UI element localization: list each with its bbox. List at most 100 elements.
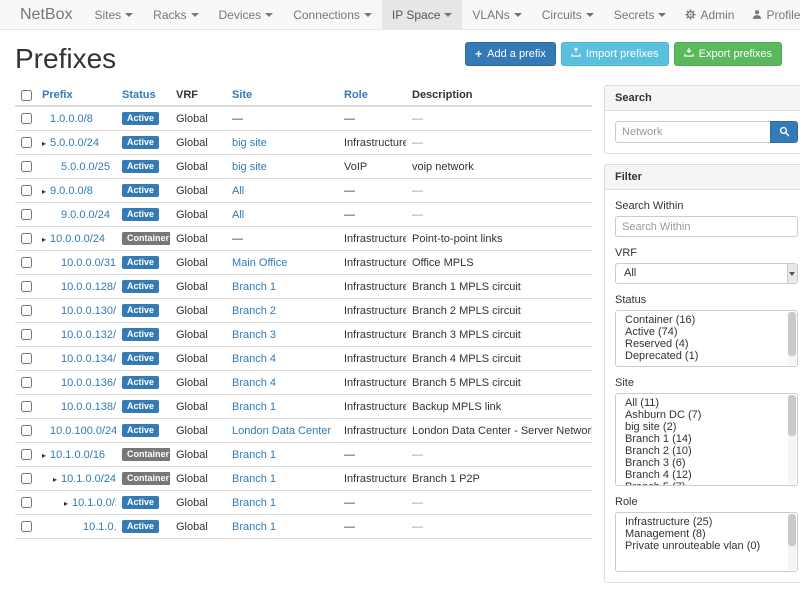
role-cell: Infrastructure: [338, 251, 406, 275]
prefix-link[interactable]: 10.1.0.0/26: [83, 521, 116, 533]
export-prefixes-button[interactable]: Export prefixes: [674, 42, 782, 66]
primary-nav: Sites Racks Devices Connections IP Space: [84, 0, 676, 29]
row-checkbox[interactable]: [21, 401, 32, 412]
nav-item[interactable]: Sites: [84, 0, 143, 29]
site-link[interactable]: Branch 4: [232, 353, 276, 365]
scrollbar-thumb[interactable]: [788, 395, 796, 436]
search-within-input[interactable]: [615, 216, 798, 237]
row-checkbox[interactable]: [21, 257, 32, 268]
site-link[interactable]: Branch 1: [232, 449, 276, 461]
select-all-checkbox[interactable]: [21, 90, 32, 101]
site-filter-option[interactable]: All (11): [616, 397, 797, 409]
prefix-link[interactable]: 5.0.0.0/24: [50, 137, 99, 149]
description-cell: Branch 3 MPLS circuit: [406, 323, 592, 347]
row-checkbox[interactable]: [21, 209, 32, 220]
brand-logo[interactable]: NetBox: [20, 0, 72, 29]
site-link[interactable]: Branch 1: [232, 497, 276, 509]
nav-item-profile[interactable]: Profile: [743, 0, 800, 29]
row-checkbox[interactable]: [21, 329, 32, 340]
site-link[interactable]: Branch 3: [232, 329, 276, 341]
status-filter-option[interactable]: Reserved (4): [616, 338, 797, 350]
site-link[interactable]: Branch 1: [232, 281, 276, 293]
search-input[interactable]: [615, 121, 770, 143]
site-filter-option[interactable]: Branch 1 (14): [616, 433, 797, 445]
site-filter-option[interactable]: big site (2): [616, 421, 797, 433]
row-checkbox[interactable]: [21, 113, 32, 124]
prefix-link[interactable]: 5.0.0.0/25: [61, 161, 110, 173]
nav-item[interactable]: VLANs: [462, 0, 531, 29]
site-link[interactable]: Branch 1: [232, 401, 276, 413]
prefix-link[interactable]: 10.0.0.136/31: [61, 377, 116, 389]
site-link[interactable]: big site: [232, 161, 267, 173]
row-checkbox[interactable]: [21, 497, 32, 508]
prefix-link[interactable]: 1.0.0.0/8: [50, 113, 93, 125]
prefix-link[interactable]: 10.0.0.128/31: [61, 281, 116, 293]
status-filter-option[interactable]: Container (16): [616, 314, 797, 326]
indent-spacer: [42, 169, 53, 170]
site-link[interactable]: Branch 2: [232, 305, 276, 317]
nav-item-admin[interactable]: Admin: [676, 0, 743, 29]
add-prefix-button[interactable]: + Add a prefix: [465, 42, 556, 66]
row-checkbox[interactable]: [21, 305, 32, 316]
nav-item[interactable]: Circuits: [532, 0, 604, 29]
prefix-link[interactable]: 10.0.0.134/31: [61, 353, 116, 365]
row-checkbox[interactable]: [21, 185, 32, 196]
prefix-link[interactable]: 9.0.0.0/8: [50, 185, 93, 197]
scrollbar-thumb[interactable]: [788, 514, 796, 546]
prefix-link[interactable]: 10.0.0.0/31: [61, 257, 116, 269]
prefix-link[interactable]: 10.0.0.0/24: [50, 233, 105, 245]
prefix-link[interactable]: 10.1.0.0/25: [72, 497, 116, 509]
site-filter-option[interactable]: Branch 3 (6): [616, 457, 797, 469]
site-link[interactable]: All: [232, 209, 244, 221]
role-filter-option[interactable]: Private unrouteable vlan (0): [616, 540, 797, 552]
site-link[interactable]: Branch 4: [232, 377, 276, 389]
sort-status-header[interactable]: Status: [122, 89, 156, 101]
prefix-link[interactable]: 9.0.0.0/24: [61, 209, 110, 221]
prefix-link[interactable]: 10.1.0.0/24: [61, 473, 116, 485]
site-filter-option[interactable]: Ashburn DC (7): [616, 409, 797, 421]
row-checkbox[interactable]: [21, 353, 32, 364]
prefix-link[interactable]: 10.1.0.0/16: [50, 449, 105, 461]
expand-arrow-icon: ▸: [42, 139, 50, 148]
site-link[interactable]: Branch 1: [232, 473, 276, 485]
row-checkbox[interactable]: [21, 377, 32, 388]
nav-item[interactable]: Devices: [209, 0, 284, 29]
nav-item[interactable]: Secrets: [604, 0, 677, 29]
search-button[interactable]: [770, 121, 798, 143]
sort-role-header[interactable]: Role: [344, 89, 368, 101]
site-filter-option[interactable]: Branch 2 (10): [616, 445, 797, 457]
site-link[interactable]: London Data Center: [232, 425, 331, 437]
site-filter-option[interactable]: Branch 4 (12): [616, 469, 797, 481]
nav-item[interactable]: Connections: [283, 0, 382, 29]
sort-prefix-header[interactable]: Prefix: [42, 89, 73, 101]
site-filter-option[interactable]: Branch 5 (7): [616, 481, 797, 486]
sort-site-header[interactable]: Site: [232, 89, 252, 101]
site-link[interactable]: big site: [232, 137, 267, 149]
prefix-link[interactable]: 10.0.0.138/31: [61, 401, 116, 413]
status-filter-option[interactable]: Deprecated (1): [616, 350, 797, 362]
site-link[interactable]: Main Office: [232, 257, 287, 269]
import-prefixes-button[interactable]: Import prefixes: [561, 42, 669, 66]
row-checkbox[interactable]: [21, 137, 32, 148]
row-checkbox[interactable]: [21, 473, 32, 484]
role-filter-option[interactable]: Infrastructure (25): [616, 516, 797, 528]
site-link[interactable]: All: [232, 185, 244, 197]
role-filter-option[interactable]: Management (8): [616, 528, 797, 540]
indent-spacer: [42, 313, 53, 314]
nav-item[interactable]: IP Space: [382, 0, 462, 29]
scrollbar-thumb[interactable]: [788, 312, 796, 356]
row-checkbox[interactable]: [21, 161, 32, 172]
row-checkbox[interactable]: [21, 521, 32, 532]
site-link[interactable]: Branch 1: [232, 521, 276, 533]
row-checkbox[interactable]: [21, 425, 32, 436]
status-filter-option[interactable]: Active (74): [616, 326, 797, 338]
vrf-select[interactable]: All: [615, 263, 798, 284]
nav-item[interactable]: Racks: [143, 0, 208, 29]
prefix-link[interactable]: 10.0.0.132/31: [61, 329, 116, 341]
row-checkbox[interactable]: [21, 449, 32, 460]
role-cell: —: [338, 443, 406, 467]
prefix-link[interactable]: 10.0.100.0/24: [50, 425, 116, 437]
row-checkbox[interactable]: [21, 281, 32, 292]
prefix-link[interactable]: 10.0.0.130/31: [61, 305, 116, 317]
row-checkbox[interactable]: [21, 233, 32, 244]
